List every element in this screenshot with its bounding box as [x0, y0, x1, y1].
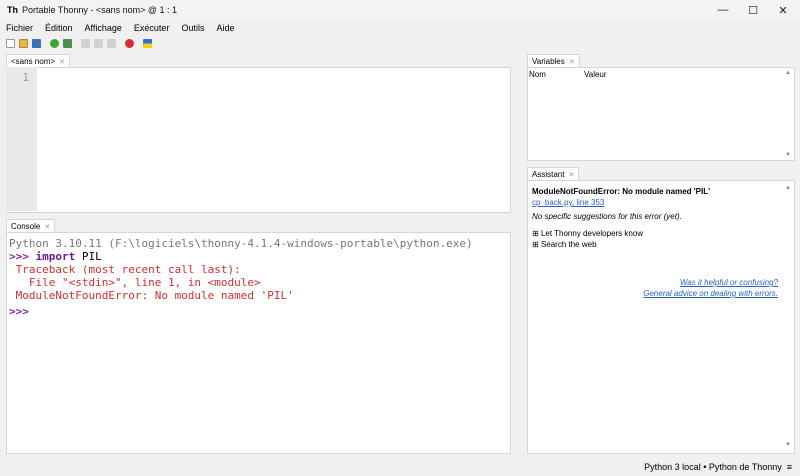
plus-icon[interactable]: ⊞	[532, 240, 539, 249]
tab-editor[interactable]: <sans nom> ✕	[6, 54, 70, 67]
thonny-logo-icon: Th	[7, 5, 18, 15]
console-panel[interactable]: Python 3.10.11 (F:\logiciels\thonny-4.1.…	[6, 232, 511, 454]
item-label[interactable]: Let Thonny developers know	[541, 229, 643, 238]
variables-panel: Nom Valeur ▲ ▼	[527, 67, 795, 161]
column-header-value[interactable]: Valeur	[584, 70, 607, 79]
variables-tab-label: Variables	[532, 57, 565, 66]
expand-item[interactable]: ⊞ Search the web	[532, 239, 790, 250]
traceback-line: File "<stdin>", line 1, in <module>	[9, 276, 261, 289]
scroll-down-icon[interactable]: ▼	[785, 440, 791, 451]
traceback-line: ModuleNotFoundError: No module named 'PI…	[9, 289, 294, 302]
run-icon[interactable]	[50, 38, 59, 48]
save-icon[interactable]	[32, 38, 41, 48]
close-tab-icon[interactable]: ✕	[44, 223, 50, 231]
step-out-icon[interactable]	[107, 38, 116, 48]
menu-fichier[interactable]: Fichier	[6, 23, 33, 33]
tab-variables[interactable]: Variables ✕	[527, 54, 580, 67]
console-prompt: >>>	[9, 250, 29, 263]
menu-executer[interactable]: Exécuter	[134, 23, 170, 33]
scroll-up-icon[interactable]: ▲	[785, 183, 791, 194]
menu-icon[interactable]: ≡	[787, 462, 792, 472]
error-heading: ModuleNotFoundError: No module named 'PI…	[532, 187, 711, 196]
editor-tab-label: <sans nom>	[11, 57, 56, 66]
menu-affichage[interactable]: Affichage	[85, 23, 122, 33]
menu-aide[interactable]: Aide	[216, 23, 234, 33]
traceback-line: Traceback (most recent call last):	[9, 263, 241, 276]
console-prompt[interactable]: >>>	[9, 305, 508, 318]
new-file-icon[interactable]	[6, 38, 15, 48]
interpreter-selector[interactable]: Python 3 local • Python de Thonny	[644, 462, 782, 472]
window-title: Portable Thonny - <sans nom> @ 1 : 1	[22, 5, 178, 15]
column-header-name[interactable]: Nom	[529, 70, 546, 79]
console-command-line: >>> import PIL	[9, 250, 508, 263]
general-advice-link[interactable]: General advice on dealing with errors.	[643, 288, 778, 299]
close-tab-icon[interactable]: ✕	[569, 58, 575, 66]
open-folder-icon[interactable]	[19, 38, 28, 48]
tab-console[interactable]: Console ✕	[6, 219, 56, 232]
menu-outils[interactable]: Outils	[181, 23, 204, 33]
step-over-icon[interactable]	[81, 38, 90, 48]
line-number: 1	[22, 71, 29, 84]
maximize-button[interactable]: ☐	[738, 0, 768, 20]
helpful-feedback-link[interactable]: Was it helpful or confusing?	[643, 277, 778, 288]
console-banner: Python 3.10.11 (F:\logiciels\thonny-4.1.…	[9, 237, 473, 250]
title-bar: Th Portable Thonny - <sans nom> @ 1 : 1	[0, 0, 800, 20]
stop-icon[interactable]	[125, 38, 134, 48]
plus-icon[interactable]: ⊞	[532, 229, 539, 238]
assistant-panel: ModuleNotFoundError: No module named 'PI…	[527, 180, 795, 454]
assistant-tab-label: Assistant	[532, 170, 565, 179]
status-bar: Python 3 local • Python de Thonny ≡	[0, 458, 800, 476]
item-label[interactable]: Search the web	[541, 240, 597, 249]
console-tab-label: Console	[11, 222, 41, 231]
feedback-links: Was it helpful or confusing? General adv…	[643, 277, 778, 299]
minimize-button[interactable]: —	[708, 0, 738, 20]
suggestion-note: No specific suggestions for this error (…	[532, 212, 682, 221]
close-tab-icon[interactable]: ✕	[568, 171, 574, 179]
toolbar	[0, 35, 800, 51]
tab-assistant[interactable]: Assistant ✕	[527, 167, 580, 180]
scroll-down-icon[interactable]: ▼	[785, 152, 791, 158]
scroll-up-icon[interactable]: ▲	[785, 70, 791, 76]
ukraine-flag-icon[interactable]	[143, 38, 152, 48]
line-number-gutter: 1	[6, 67, 37, 211]
console-command: PIL	[75, 250, 102, 263]
step-into-icon[interactable]	[94, 38, 103, 48]
close-button[interactable]: ✕	[768, 0, 798, 20]
close-tab-icon[interactable]: ✕	[59, 58, 65, 66]
editor-area[interactable]	[6, 67, 511, 213]
menu-edition[interactable]: Édition	[45, 23, 73, 33]
expand-item[interactable]: ⊞ Let Thonny developers know	[532, 228, 790, 239]
console-keyword: import	[35, 250, 76, 263]
source-location-link[interactable]: cp_back.py, line 353	[532, 198, 604, 207]
menu-bar: Fichier Édition Affichage Exécuter Outil…	[0, 20, 800, 35]
debug-icon[interactable]	[63, 38, 72, 48]
